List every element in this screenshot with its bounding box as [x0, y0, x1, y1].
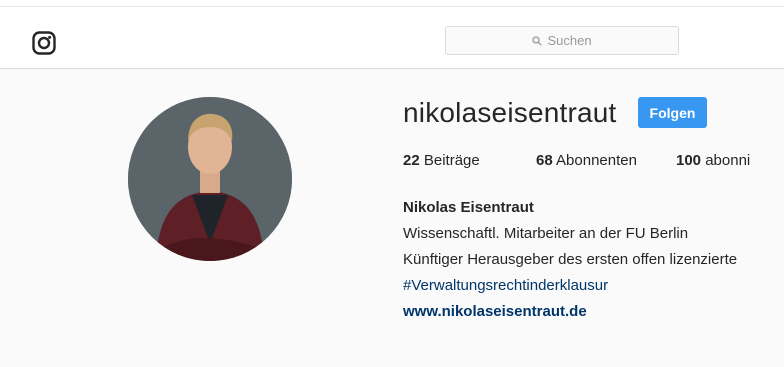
search-input[interactable]: Suchen — [445, 26, 679, 55]
follow-button[interactable]: Folgen — [638, 97, 707, 128]
followers-count: 68 — [536, 152, 553, 169]
search-icon — [532, 35, 543, 46]
profile-username: nikolaseisentraut — [403, 97, 617, 128]
profile-full-name: Nikolas Eisentraut — [403, 199, 534, 216]
posts-label: Beiträge — [423, 152, 480, 169]
followers-label: Abonnenten — [556, 152, 637, 169]
search-placeholder: Suchen — [547, 33, 592, 48]
instagram-icon[interactable] — [32, 31, 56, 55]
bio-line: Wissenschaftl. Mitarbeiter an der FU Ber… — [403, 225, 689, 242]
bio-hashtag-link[interactable]: #Verwaltungsrechtinderklausur — [403, 277, 608, 294]
following-count: 100 — [676, 152, 702, 169]
posts-stat[interactable]: 22 Beiträge — [403, 152, 480, 169]
profile-website-link[interactable]: www.nikolaseisentraut.de — [403, 303, 587, 320]
posts-count: 22 — [403, 152, 420, 169]
top-navigation-bar: Suchen — [0, 7, 784, 69]
followers-stat[interactable]: 68 Abonnenten — [536, 152, 637, 169]
bio-line: Künftiger Herausgeber des ersten offen l… — [403, 251, 738, 268]
following-stat[interactable]: 100 abonni — [676, 152, 750, 169]
following-label: abonni — [705, 152, 751, 169]
profile-avatar[interactable] — [128, 97, 292, 261]
browser-top-edge — [0, 0, 784, 7]
